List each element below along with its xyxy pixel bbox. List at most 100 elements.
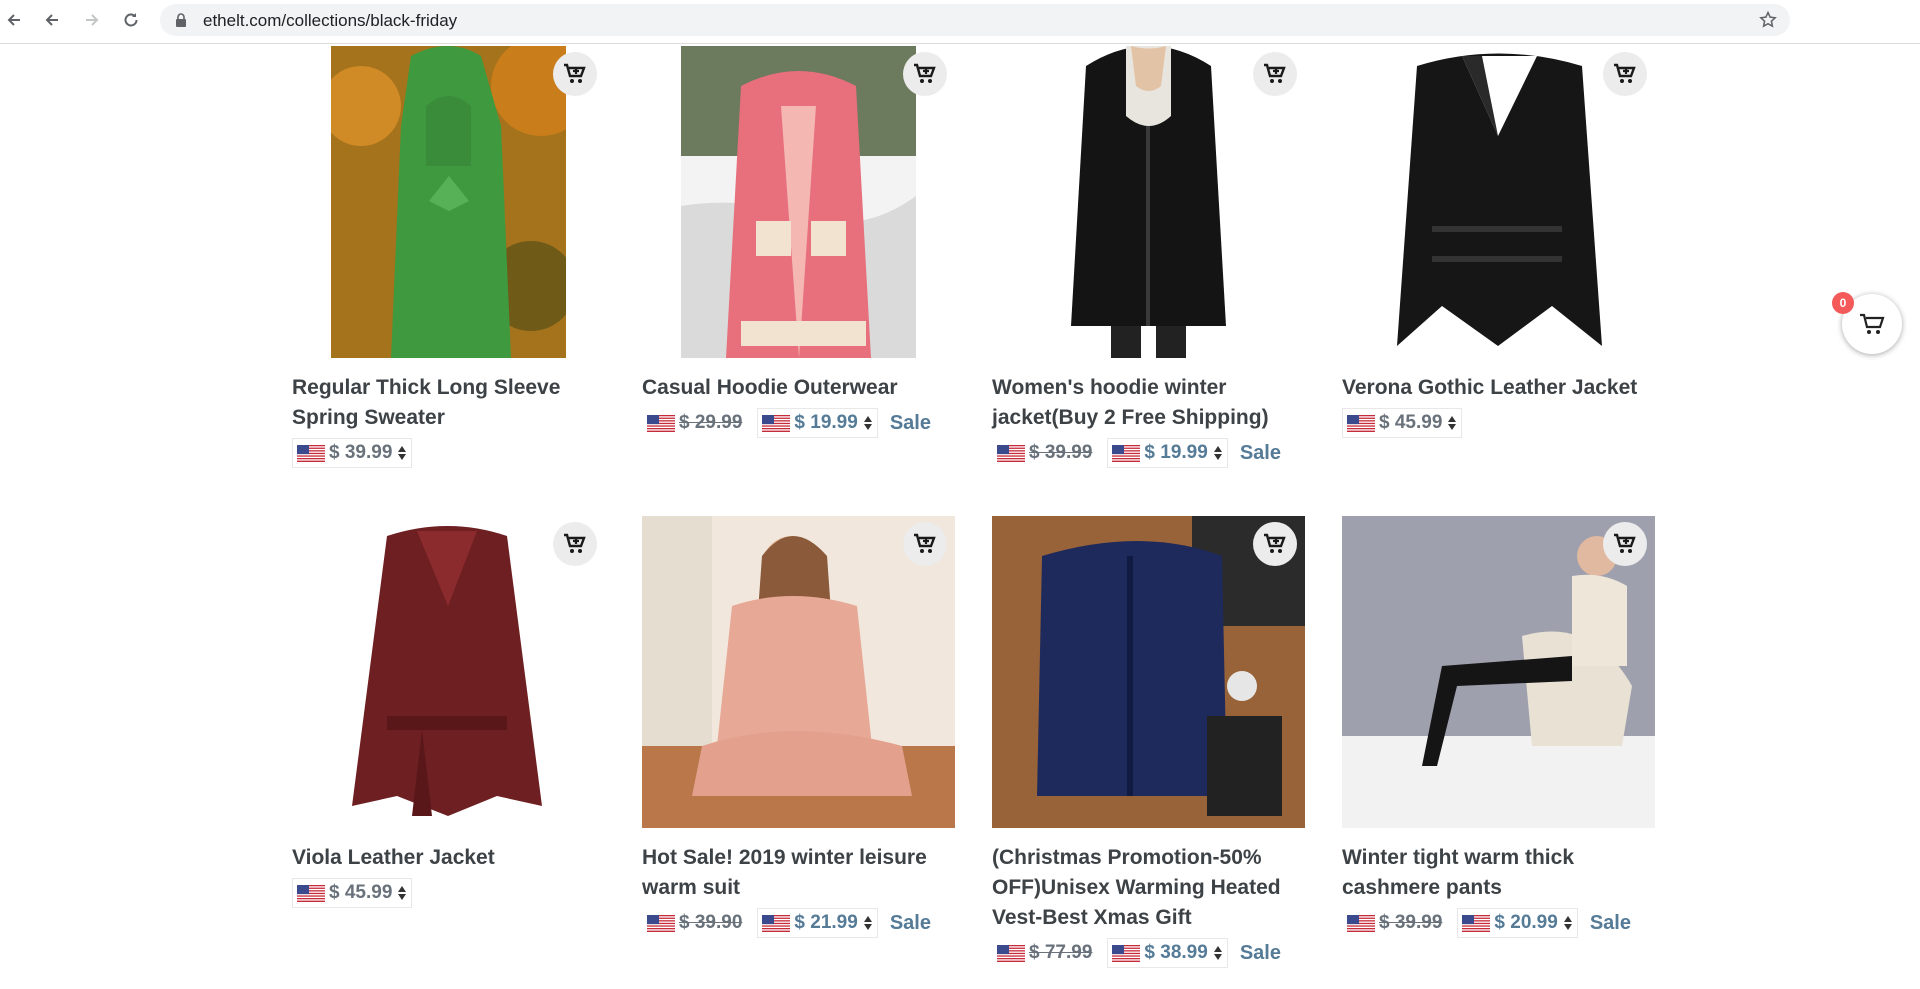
quick-add-button[interactable]	[903, 52, 947, 96]
product-title[interactable]: Verona Gothic Leather Jacket	[1342, 373, 1655, 403]
price-row: $ 39.99 $ 20.99 Sale	[1342, 908, 1631, 938]
quick-add-button[interactable]	[1253, 52, 1297, 96]
price-row: $ 45.99	[1342, 408, 1472, 438]
product-title[interactable]: Hot Sale! 2019 winter leisure warm suit	[642, 843, 955, 903]
cart-count-badge: 0	[1832, 292, 1854, 314]
reload-icon[interactable]	[119, 8, 143, 32]
currency-select-icon[interactable]	[397, 445, 407, 461]
currency-select-icon[interactable]	[1213, 445, 1223, 461]
sale-badge: Sale	[1239, 941, 1281, 964]
cart-plus-icon	[1613, 533, 1637, 555]
currency-select-icon[interactable]	[1447, 415, 1457, 431]
price-currency-box[interactable]: $ 39.99	[292, 438, 413, 468]
quick-add-button[interactable]	[903, 522, 947, 566]
compare-price-box: $ 29.99	[642, 408, 747, 438]
product-image-burgundy-leather-jacket[interactable]	[292, 516, 605, 828]
cart-plus-icon	[1263, 533, 1287, 555]
product-card[interactable]: Regular Thick Long Sleeve Spring Sweater…	[292, 46, 605, 468]
product-title[interactable]: Women's hoodie winter jacket(Buy 2 Free …	[992, 373, 1305, 433]
product-image-black-hoodie[interactable]	[1031, 46, 1266, 358]
currency-select-icon[interactable]	[863, 415, 873, 431]
price-currency-box[interactable]: $ 20.99	[1457, 908, 1578, 938]
compare-price: $ 29.99	[679, 412, 743, 433]
compare-price: $ 39.99	[1379, 912, 1443, 933]
us-flag-icon	[1347, 915, 1375, 932]
cart-plus-icon	[1613, 63, 1637, 85]
price-currency-box[interactable]: $ 38.99	[1107, 938, 1228, 968]
compare-price-box: $ 77.99	[992, 938, 1097, 968]
currency-select-icon[interactable]	[397, 885, 407, 901]
product-image-pink-cardigan[interactable]	[681, 46, 916, 358]
us-flag-icon	[297, 445, 325, 462]
quick-add-button[interactable]	[1253, 522, 1297, 566]
back-icon[interactable]	[40, 8, 64, 32]
cart-icon	[1860, 313, 1885, 334]
cart-plus-icon	[913, 63, 937, 85]
sale-price: $ 19.99	[794, 412, 858, 433]
product-image-gothic-leather-jacket[interactable]	[1342, 46, 1655, 358]
price: $ 45.99	[329, 882, 393, 903]
product-card[interactable]: Women's hoodie winter jacket(Buy 2 Free …	[992, 46, 1305, 468]
price-row: $ 45.99	[292, 878, 422, 908]
us-flag-icon	[762, 915, 790, 932]
forward-icon[interactable]	[80, 8, 104, 32]
price-currency-box[interactable]: $ 19.99	[1107, 438, 1228, 468]
back-icon-partial[interactable]	[2, 8, 26, 32]
sale-badge: Sale	[1589, 911, 1631, 934]
product-title[interactable]: Winter tight warm thick cashmere pants	[1342, 843, 1655, 903]
product-image-heated-vest[interactable]	[992, 516, 1305, 828]
price-row: $ 39.99	[292, 438, 422, 468]
product-title[interactable]: Viola Leather Jacket	[292, 843, 605, 873]
price-row: $ 39.99 $ 19.99 Sale	[992, 438, 1281, 468]
product-card[interactable]: Winter tight warm thick cashmere pants $…	[1342, 516, 1655, 986]
us-flag-icon	[997, 445, 1025, 462]
us-flag-icon	[297, 885, 325, 902]
lock-icon	[175, 13, 187, 32]
price-row: $ 77.99 $ 38.99 Sale	[992, 938, 1281, 968]
compare-price-box: $ 39.99	[992, 438, 1097, 468]
compare-price: $ 77.99	[1029, 942, 1093, 963]
quick-add-button[interactable]	[1603, 52, 1647, 96]
quick-add-button[interactable]	[553, 52, 597, 96]
url-text[interactable]: ethelt.com/collections/black-friday	[203, 11, 457, 31]
price: $ 39.99	[329, 442, 393, 463]
us-flag-icon	[1347, 415, 1375, 432]
us-flag-icon	[1112, 445, 1140, 462]
sale-price: $ 21.99	[794, 912, 858, 933]
cart-plus-icon	[563, 63, 587, 85]
product-title[interactable]: Regular Thick Long Sleeve Spring Sweater	[292, 373, 605, 433]
price-currency-box[interactable]: $ 45.99	[292, 878, 413, 908]
price-row: $ 39.90 $ 21.99 Sale	[642, 908, 931, 938]
product-title[interactable]: (Christmas Promotion-50% OFF)Unisex Warm…	[992, 843, 1305, 933]
quick-add-button[interactable]	[553, 522, 597, 566]
compare-price: $ 39.90	[679, 912, 743, 933]
address-bar[interactable]: ethelt.com/collections/black-friday	[160, 4, 1790, 36]
price-currency-box[interactable]: $ 45.99	[1342, 408, 1463, 438]
price-currency-box[interactable]: $ 21.99	[757, 908, 878, 938]
compare-price-box: $ 39.99	[1342, 908, 1447, 938]
price: $ 45.99	[1379, 412, 1443, 433]
browser-toolbar: ethelt.com/collections/black-friday	[0, 0, 1920, 44]
product-card[interactable]: (Christmas Promotion-50% OFF)Unisex Warm…	[992, 516, 1305, 986]
product-image-pink-knit-suit[interactable]	[642, 516, 955, 828]
price-currency-box[interactable]: $ 19.99	[757, 408, 878, 438]
sale-badge: Sale	[889, 911, 931, 934]
bookmark-star-icon[interactable]	[1758, 10, 1778, 35]
currency-select-icon[interactable]	[1563, 915, 1573, 931]
price-row: $ 29.99 $ 19.99 Sale	[642, 408, 931, 438]
quick-add-button[interactable]	[1603, 522, 1647, 566]
currency-select-icon[interactable]	[863, 915, 873, 931]
sale-price: $ 20.99	[1494, 912, 1558, 933]
us-flag-icon	[647, 415, 675, 432]
product-card[interactable]: Viola Leather Jacket $ 45.99	[292, 516, 605, 986]
compare-price: $ 39.99	[1029, 442, 1093, 463]
product-image-green-sweater[interactable]	[331, 46, 566, 358]
us-flag-icon	[1112, 945, 1140, 962]
product-card[interactable]: Verona Gothic Leather Jacket $ 45.99	[1342, 46, 1655, 466]
product-title[interactable]: Casual Hoodie Outerwear	[642, 373, 955, 403]
product-card[interactable]: Casual Hoodie Outerwear $ 29.99 $ 19.99 …	[642, 46, 955, 466]
product-card[interactable]: Hot Sale! 2019 winter leisure warm suit …	[642, 516, 955, 986]
us-flag-icon	[762, 415, 790, 432]
currency-select-icon[interactable]	[1213, 945, 1223, 961]
product-image-cashmere-pants[interactable]	[1342, 516, 1655, 828]
